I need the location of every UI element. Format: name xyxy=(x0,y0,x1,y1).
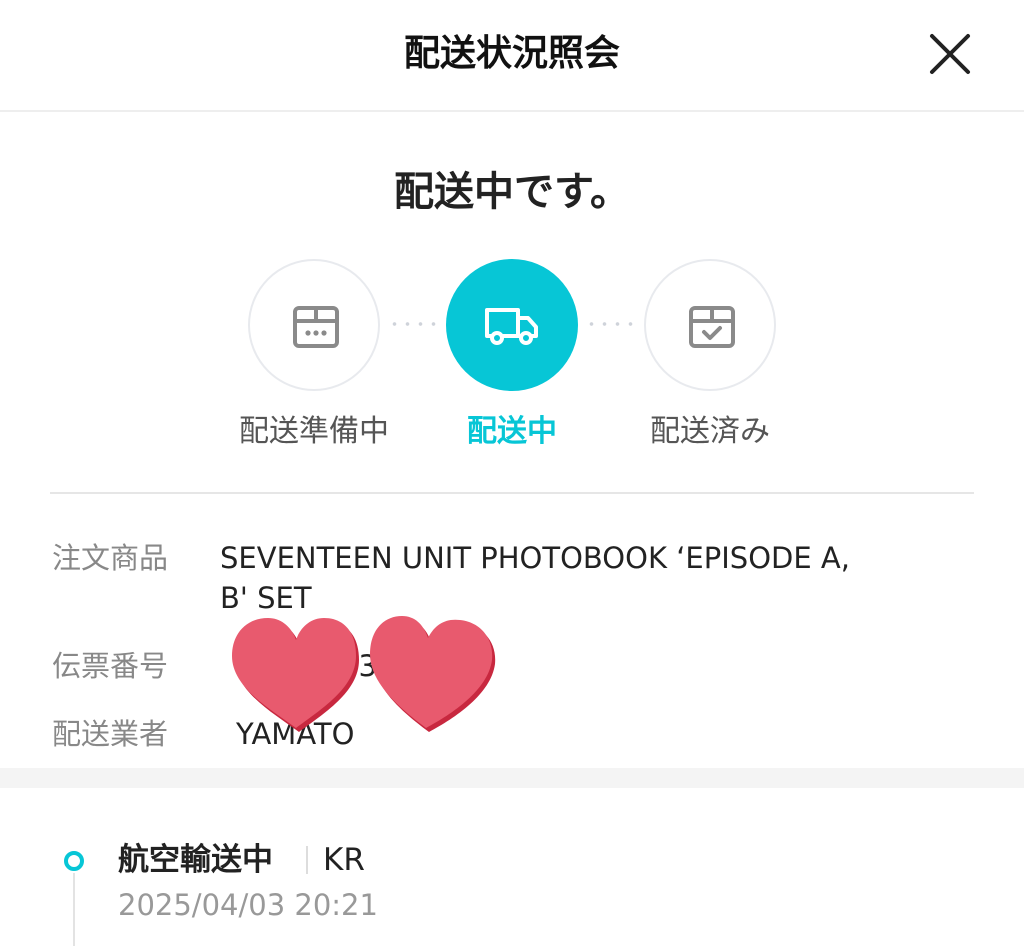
step-connector xyxy=(585,322,637,326)
timeline-line xyxy=(73,873,75,946)
timeline-event-separator xyxy=(306,846,308,874)
close-button[interactable] xyxy=(922,26,978,82)
step-shipping xyxy=(446,259,578,391)
step-connector xyxy=(388,322,440,326)
heart-sticker xyxy=(232,618,359,732)
delivery-status-title: 配送中です。 xyxy=(394,169,630,215)
step-label-delivered: 配送済み xyxy=(650,414,770,449)
step-label-shipping: 配送中 xyxy=(467,414,557,449)
step-label-preparing: 配送準備中 xyxy=(239,414,389,449)
section-spacer xyxy=(0,768,1024,788)
section-divider xyxy=(50,492,974,494)
timeline-dot xyxy=(64,851,84,871)
timeline-event-time: 2025/04/03 20:21 xyxy=(118,888,378,922)
product-value: SEVENTEEN UNIT PHOTOBOOK ‘EPISODE A, B' … xyxy=(220,538,980,618)
heart-sticker xyxy=(370,616,496,732)
step-delivered xyxy=(644,259,776,391)
close-icon xyxy=(930,34,970,74)
box-pending-icon xyxy=(293,306,339,348)
box-check-icon xyxy=(689,306,735,348)
timeline-event-status: 航空輸送中 xyxy=(118,842,273,878)
timeline-event-location: KR xyxy=(323,842,365,878)
carrier-label: 配送業者 xyxy=(52,717,169,751)
product-label: 注文商品 xyxy=(52,541,169,575)
page-title: 配送状況照会 xyxy=(403,33,620,74)
tracking-number-label: 伝票番号 xyxy=(52,649,169,683)
step-preparing xyxy=(248,259,380,391)
truck-icon xyxy=(485,308,538,345)
page-header: 配送状況照会 xyxy=(0,0,1024,112)
product-value-line-1: SEVENTEEN UNIT PHOTOBOOK ‘EPISODE A, xyxy=(220,541,850,575)
